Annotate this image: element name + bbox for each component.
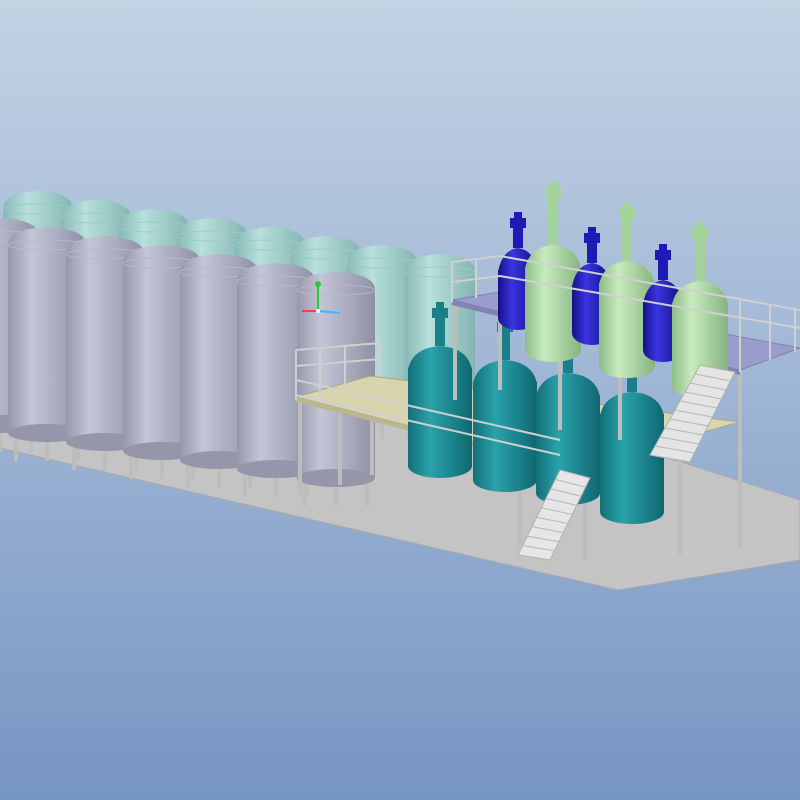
plant-3d-model[interactable] [0,0,800,800]
upper-leg-1 [453,304,457,400]
3d-viewport[interactable] [0,0,800,800]
lower-leg-1 [298,400,302,495]
lower-leg-6 [678,452,682,555]
upper-leg-6 [738,372,742,450]
